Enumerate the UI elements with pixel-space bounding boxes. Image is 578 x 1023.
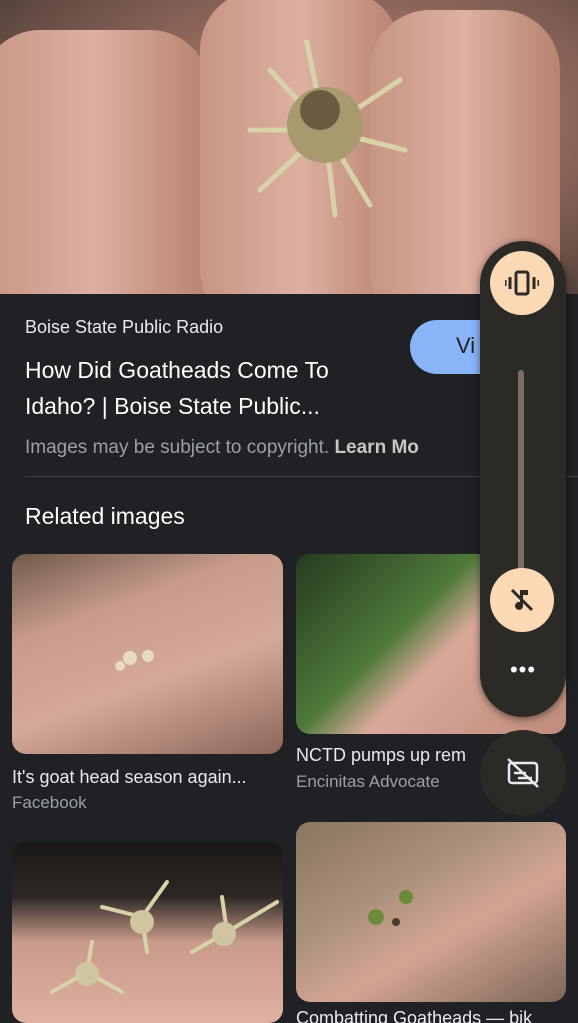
copyright-notice: Images may be subject to copyright. Lear… xyxy=(25,437,419,459)
related-images-heading: Related images xyxy=(25,503,185,529)
music-muted-icon[interactable] xyxy=(490,568,554,632)
finger-shape xyxy=(0,30,210,294)
copyright-text: Images may be subject to copyright. xyxy=(25,437,335,458)
related-image-3[interactable] xyxy=(12,842,283,1023)
related-title-2[interactable]: NCTD pumps up rem xyxy=(296,745,480,766)
captions-off-icon[interactable] xyxy=(480,730,566,816)
goathead-burr-icon xyxy=(247,40,408,218)
learn-more-link[interactable]: Learn Mo xyxy=(334,437,418,458)
more-horiz-icon[interactable]: ••• xyxy=(508,659,538,690)
related-title-4[interactable]: Combatting Goatheads — bik xyxy=(296,1008,558,1023)
result-source: Boise State Public Radio xyxy=(25,317,224,337)
related-source-2: Encinitas Advocate xyxy=(296,772,440,791)
vibrate-icon[interactable] xyxy=(490,251,554,315)
related-image-4[interactable] xyxy=(296,822,566,1002)
related-title-1[interactable]: It's goat head season again... xyxy=(12,767,283,788)
goathead-burr-icon xyxy=(50,880,279,994)
goathead-burr-icon xyxy=(115,650,154,671)
result-title[interactable]: How Did Goatheads Come To Idaho? | Boise… xyxy=(25,352,405,424)
related-source-1: Facebook xyxy=(12,793,87,812)
goathead-burr-icon xyxy=(368,890,413,926)
hero-image[interactable] xyxy=(0,0,578,294)
related-image-1[interactable] xyxy=(12,554,283,754)
volume-slider[interactable] xyxy=(518,370,524,580)
